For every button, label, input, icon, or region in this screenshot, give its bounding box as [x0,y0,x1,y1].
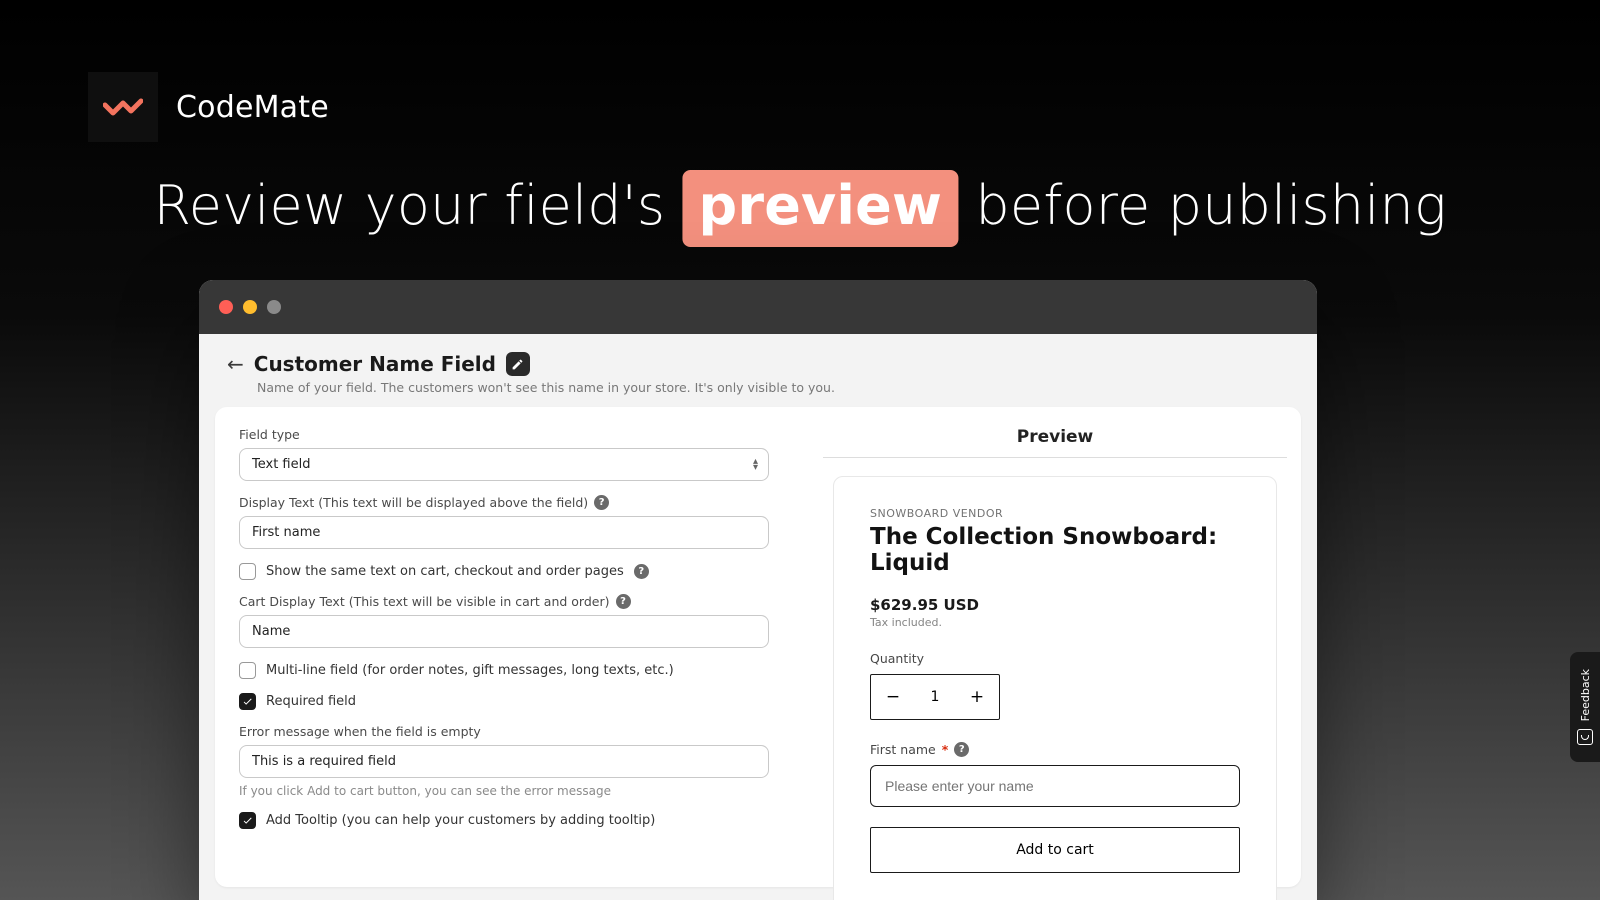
page-subtitle: Name of your field. The customers won't … [257,380,1289,395]
preview-vendor: SNOWBOARD VENDOR [870,507,1240,520]
field-type-select[interactable]: Text field ▴▾ [239,448,769,481]
help-icon[interactable]: ? [594,495,609,510]
quantity-value: 1 [915,675,955,719]
feedback-label: Feedback [1579,669,1592,721]
preview-price: $629.95 USD [870,596,1240,614]
required-checkbox[interactable] [239,693,256,710]
brand-name: CodeMate [176,90,329,125]
quantity-label: Quantity [870,651,1240,666]
smiley-icon [1577,729,1593,745]
same-text-checkbox[interactable] [239,563,256,580]
window-titlebar [199,280,1317,334]
chevron-updown-icon: ▴▾ [753,459,758,471]
app-window: ← Customer Name Field Name of your field… [199,280,1317,900]
same-text-label: Show the same text on cart, checkout and… [266,564,624,579]
multiline-label: Multi-line field (for order notes, gift … [266,663,674,678]
help-icon[interactable]: ? [616,594,631,609]
brand-logo [88,72,158,142]
window-zoom-icon[interactable] [267,300,281,314]
preview-field-input[interactable] [870,765,1240,807]
help-icon[interactable]: ? [954,742,969,757]
quantity-stepper: − 1 + [870,674,1000,720]
preview-field-label: First name* ? [870,742,1240,757]
tooltip-label: Add Tooltip (you can help your customers… [266,813,655,828]
back-arrow-icon[interactable]: ← [227,352,244,376]
display-text-input[interactable] [239,516,769,549]
page-title: Customer Name Field [254,352,496,376]
error-hint: If you click Add to cart button, you can… [239,784,769,798]
feedback-tab[interactable]: Feedback [1570,652,1600,762]
field-type-label: Field type [239,427,769,442]
multiline-checkbox[interactable] [239,662,256,679]
error-message-label: Error message when the field is empty [239,724,769,739]
add-to-cart-button[interactable]: Add to cart [870,827,1240,873]
required-label: Required field [266,694,356,709]
tooltip-checkbox[interactable] [239,812,256,829]
preview-product-title: The Collection Snowboard: Liquid [870,524,1240,576]
error-message-input[interactable] [239,745,769,778]
preview-tax: Tax included. [870,616,1240,629]
quantity-increase-button[interactable]: + [955,675,999,719]
help-icon[interactable]: ? [634,564,649,579]
window-close-icon[interactable] [219,300,233,314]
quantity-decrease-button[interactable]: − [871,675,915,719]
edit-title-button[interactable] [506,352,530,376]
preview-card: SNOWBOARD VENDOR The Collection Snowboar… [833,476,1277,900]
cart-display-input[interactable] [239,615,769,648]
preview-divider [823,457,1287,458]
headline-highlight: preview [683,170,959,247]
preview-heading: Preview [833,427,1277,447]
headline: Review your field's preview before publi… [153,170,1446,247]
cart-display-label: Cart Display Text (This text will be vis… [239,594,769,609]
window-minimize-icon[interactable] [243,300,257,314]
display-text-label: Display Text (This text will be displaye… [239,495,769,510]
